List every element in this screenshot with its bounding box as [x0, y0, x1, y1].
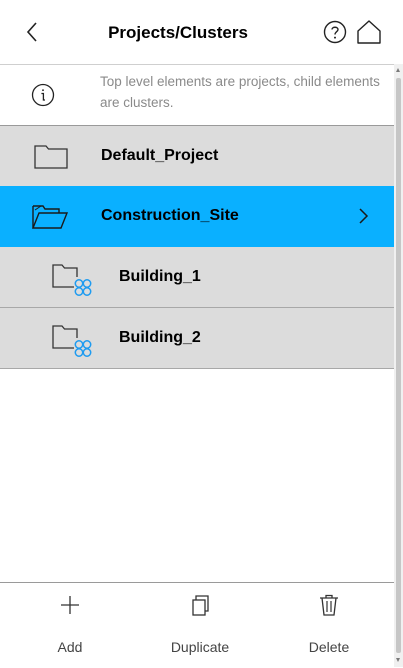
scroll-down-icon[interactable]: [396, 658, 400, 662]
folder-open-icon: [31, 205, 69, 229]
top-bar: Projects/Clusters: [0, 0, 394, 65]
duplicate-icon: [192, 595, 209, 616]
folder-icon: [34, 145, 68, 169]
cluster-folder-icon: [52, 325, 92, 357]
plus-icon: [61, 596, 79, 614]
duplicate-label: Duplicate: [170, 639, 230, 655]
info-text: Top level elements are projects, child e…: [100, 74, 380, 110]
list-item-label: Building_1: [119, 268, 201, 285]
list-item-building-2[interactable]: Building_2: [0, 308, 394, 369]
cluster-folder-icon: [52, 264, 92, 296]
list-item-label: Default_Project: [101, 147, 219, 164]
delete-label: Delete: [308, 639, 350, 655]
scrollbar[interactable]: [394, 64, 403, 667]
delete-button[interactable]: Delete: [279, 583, 379, 668]
list-item-building-1[interactable]: Building_1: [0, 247, 394, 308]
trash-icon: [320, 594, 338, 616]
chevron-right-icon[interactable]: [356, 206, 370, 226]
duplicate-button[interactable]: Duplicate: [150, 583, 250, 668]
list-item-default-project[interactable]: Default_Project: [0, 126, 394, 187]
page-title: Projects/Clusters: [108, 23, 248, 42]
help-circle-icon[interactable]: [323, 20, 347, 44]
scroll-up-icon[interactable]: [396, 68, 400, 72]
list-item-label: Building_2: [119, 329, 201, 346]
info-circle-icon: [31, 83, 55, 107]
bottom-toolbar: Add Duplicate Delete: [0, 582, 394, 668]
add-button[interactable]: Add: [20, 583, 120, 668]
scrollbar-thumb[interactable]: [396, 78, 401, 653]
add-label: Add: [57, 639, 83, 655]
list-item-label: Construction_Site: [101, 207, 239, 224]
info-banner: Top level elements are projects, child e…: [0, 65, 394, 126]
list-item-construction-site[interactable]: Construction_Site: [0, 186, 394, 247]
home-icon[interactable]: [355, 19, 383, 45]
